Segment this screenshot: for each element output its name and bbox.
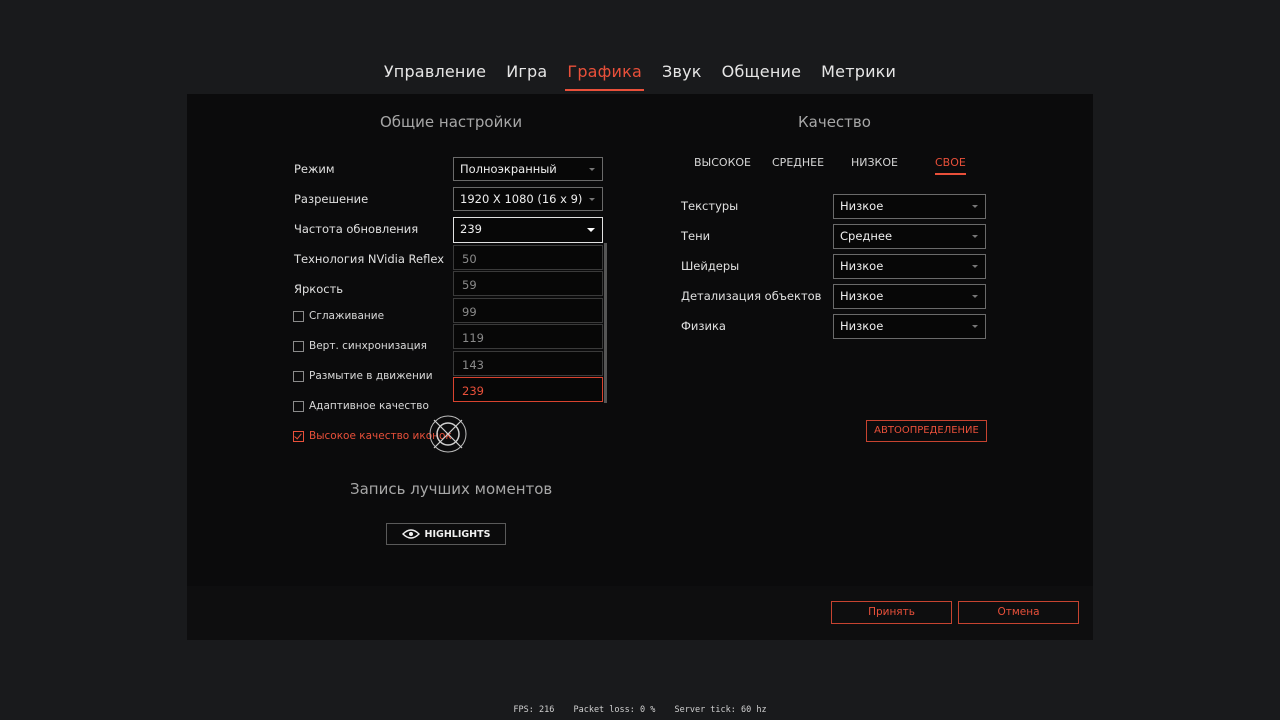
refresh-option-99[interactable]: 99 bbox=[453, 298, 603, 323]
textures-label: Текстуры bbox=[681, 199, 739, 213]
preset-low[interactable]: НИЗКОЕ bbox=[851, 156, 898, 169]
resolution-label: Разрешение bbox=[294, 192, 369, 206]
chevron-down-icon bbox=[972, 325, 978, 328]
refresh-option-59[interactable]: 59 bbox=[453, 271, 603, 296]
object-detail-value: Низкое bbox=[840, 289, 884, 303]
status-line: FPS: 216 Packet loss: 0 % Server tick: 6… bbox=[0, 705, 1280, 715]
shadows-select[interactable]: Среднее bbox=[833, 224, 986, 249]
dropdown-scrollbar[interactable] bbox=[604, 243, 607, 403]
mode-select[interactable]: Полноэкранный bbox=[453, 157, 603, 181]
settings-tabs: Управление Игра Графика Звук Общение Мет… bbox=[0, 58, 1280, 91]
mode-label: Режим bbox=[294, 162, 335, 176]
chevron-down-icon bbox=[587, 228, 595, 232]
fps-readout: FPS: 216 bbox=[513, 705, 555, 715]
object-detail-label: Детализация объектов bbox=[681, 289, 822, 303]
chevron-down-icon bbox=[972, 235, 978, 238]
checkbox-box bbox=[293, 400, 304, 412]
physics-value: Низкое bbox=[840, 319, 884, 333]
server-tick-readout: Server tick: 60 hz bbox=[674, 705, 767, 715]
chevron-down-icon bbox=[972, 295, 978, 298]
checkbox-box bbox=[293, 370, 304, 382]
highlights-button[interactable]: HIGHLIGHTS bbox=[386, 523, 506, 545]
refresh-option-239[interactable]: 239 bbox=[453, 377, 603, 402]
tab-metrics[interactable]: Метрики bbox=[811, 58, 906, 91]
chevron-down-icon bbox=[972, 265, 978, 268]
cancel-button[interactable]: Отмена bbox=[958, 601, 1079, 624]
preset-high[interactable]: ВЫСОКОЕ bbox=[694, 156, 751, 169]
mode-value: Полноэкранный bbox=[460, 162, 557, 176]
resolution-value: 1920 X 1080 (16 x 9) bbox=[460, 192, 583, 206]
brightness-label: Яркость bbox=[294, 282, 344, 296]
antialiasing-checkbox[interactable]: Сглаживание bbox=[293, 310, 384, 322]
shaders-value: Низкое bbox=[840, 259, 884, 273]
nvidia-reflex-label: Технология NVidia Reflex bbox=[294, 252, 445, 266]
physics-label: Физика bbox=[681, 319, 726, 333]
textures-select[interactable]: Низкое bbox=[833, 194, 986, 219]
preset-medium[interactable]: СРЕДНЕЕ bbox=[772, 156, 824, 169]
refresh-rate-dropdown: 50 59 99 119 143 239 bbox=[453, 243, 607, 403]
shadows-value: Среднее bbox=[840, 229, 893, 243]
checkbox-box bbox=[293, 430, 304, 442]
nvidia-eye-icon bbox=[401, 529, 420, 539]
refresh-rate-value: 239 bbox=[460, 222, 482, 236]
antialiasing-label: Сглаживание bbox=[309, 310, 385, 322]
refresh-rate-label: Частота обновления bbox=[294, 222, 419, 236]
motion-blur-checkbox[interactable]: Размытие в движении bbox=[293, 370, 433, 382]
preset-custom[interactable]: СВОЕ bbox=[935, 156, 966, 175]
shadows-label: Тени bbox=[681, 229, 711, 243]
checkbox-box bbox=[293, 310, 304, 322]
crosshair-icon bbox=[429, 415, 467, 453]
tab-graphics[interactable]: Графика bbox=[557, 58, 652, 91]
adaptive-quality-label: Адаптивное качество bbox=[309, 400, 429, 412]
refresh-option-143[interactable]: 143 bbox=[453, 351, 603, 376]
tab-communication[interactable]: Общение bbox=[712, 58, 811, 91]
chevron-down-icon bbox=[972, 205, 978, 208]
object-detail-select[interactable]: Низкое bbox=[833, 284, 986, 309]
adaptive-quality-checkbox[interactable]: Адаптивное качество bbox=[293, 400, 429, 412]
refresh-rate-select[interactable]: 239 bbox=[453, 217, 603, 243]
vsync-checkbox[interactable]: Верт. синхронизация bbox=[293, 340, 427, 352]
general-settings-title: Общие настройки bbox=[380, 113, 523, 131]
quality-title: Качество bbox=[798, 113, 871, 131]
highlights-button-label: HIGHLIGHTS bbox=[424, 528, 491, 540]
highlights-title: Запись лучших моментов bbox=[350, 480, 553, 498]
accept-button[interactable]: Принять bbox=[831, 601, 952, 624]
chevron-down-icon bbox=[589, 168, 595, 171]
tab-game[interactable]: Игра bbox=[496, 58, 557, 91]
shaders-label: Шейдеры bbox=[681, 259, 740, 273]
physics-select[interactable]: Низкое bbox=[833, 314, 986, 339]
shaders-select[interactable]: Низкое bbox=[833, 254, 986, 279]
textures-value: Низкое bbox=[840, 199, 884, 213]
packet-loss-readout: Packet loss: 0 % bbox=[573, 705, 656, 715]
autodetect-button[interactable]: АВТООПРЕДЕЛЕНИЕ bbox=[866, 420, 987, 442]
resolution-select[interactable]: 1920 X 1080 (16 x 9) bbox=[453, 187, 603, 211]
refresh-option-50[interactable]: 50 bbox=[453, 245, 603, 270]
refresh-option-119[interactable]: 119 bbox=[453, 324, 603, 349]
motion-blur-label: Размытие в движении bbox=[309, 370, 433, 382]
chevron-down-icon bbox=[589, 198, 595, 201]
checkbox-box bbox=[293, 340, 304, 352]
tab-sound[interactable]: Звук bbox=[652, 58, 712, 91]
vsync-label: Верт. синхронизация bbox=[309, 340, 427, 352]
tab-controls[interactable]: Управление bbox=[374, 58, 496, 91]
